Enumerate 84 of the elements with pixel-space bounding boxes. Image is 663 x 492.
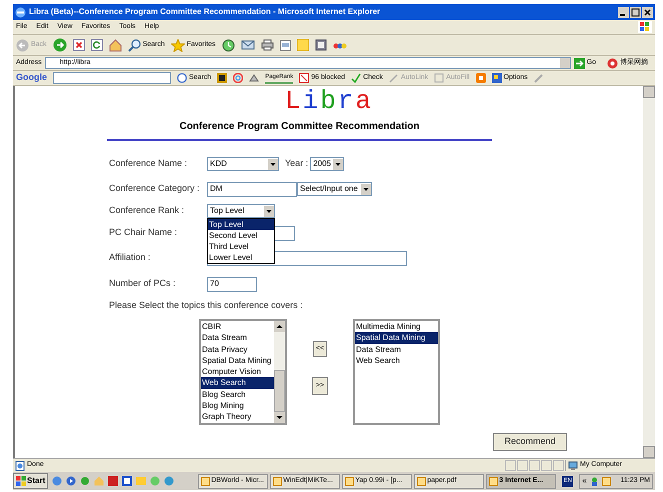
tray-app-icon[interactable] xyxy=(602,476,611,486)
popup-blocker-icon xyxy=(299,73,310,83)
printer-icon[interactable] xyxy=(260,39,274,51)
window-icon xyxy=(201,476,210,486)
list-item[interactable]: Web Search xyxy=(355,354,438,366)
list-item[interactable]: Web Search xyxy=(201,377,274,389)
list-item[interactable]: Computer Vision xyxy=(201,366,274,378)
list-item[interactable]: Multimedia Mining xyxy=(355,321,438,332)
form-icon xyxy=(434,73,444,83)
dropdown-option[interactable]: Top Level xyxy=(208,219,274,230)
status-panel xyxy=(517,460,528,471)
category-select[interactable]: Select/Input one xyxy=(297,182,372,196)
window-icon xyxy=(417,476,426,486)
field-label: Number of PCs : xyxy=(109,277,177,290)
document-icon[interactable] xyxy=(280,40,291,50)
window-title: Libra (Beta)--Conference Program Committee Recommendation - Microsoft Internet Explorer xyxy=(29,6,382,18)
year-select[interactable]: 2005 xyxy=(310,157,344,171)
list-item[interactable]: Blog Mining xyxy=(201,400,274,412)
media-player-icon[interactable] xyxy=(66,476,76,486)
google-logo[interactable]: Google xyxy=(16,71,47,85)
rank-select[interactable]: Top Level xyxy=(207,204,275,218)
status-panel xyxy=(541,460,552,471)
category-field[interactable]: DM xyxy=(207,182,297,196)
window-icon xyxy=(345,476,354,486)
scroll-down-icon xyxy=(274,412,285,423)
back-arrow-icon xyxy=(16,38,29,52)
pencil-icon[interactable] xyxy=(534,73,544,83)
maximize-icon[interactable] xyxy=(630,6,641,18)
minimize-icon[interactable] xyxy=(618,6,629,18)
rank-dropdown-list[interactable]: Top Level Second Level Third Level Lower Level xyxy=(207,218,275,264)
list-item[interactable]: Data Privacy xyxy=(201,344,274,355)
close-icon[interactable] xyxy=(642,6,653,18)
status-panel xyxy=(553,460,564,471)
libra-logo: L i b r a xyxy=(284,87,374,115)
spell-check-icon xyxy=(351,73,362,83)
refresh-icon[interactable] xyxy=(90,39,103,51)
field-label: Year : xyxy=(285,157,308,170)
windows-flag-icon xyxy=(16,476,26,486)
list-item[interactable]: Graph Theory xyxy=(201,411,274,423)
history-icon[interactable] xyxy=(222,38,235,52)
dropdown-option[interactable]: Second Level xyxy=(208,230,274,241)
list-item[interactable]: Spatial Data Mining xyxy=(355,332,438,344)
list-scrollbar[interactable] xyxy=(274,321,285,423)
recommend-button[interactable]: Recommend xyxy=(493,433,567,451)
go-arrow-icon xyxy=(574,58,585,68)
stop-icon[interactable] xyxy=(72,39,85,51)
dropdown-option[interactable]: Third Level xyxy=(208,241,274,252)
field-label: Conference Category : xyxy=(109,182,201,196)
field-label: Conference Rank : xyxy=(109,204,186,218)
wand-icon xyxy=(388,73,399,83)
google-search-field[interactable] xyxy=(53,72,171,84)
list-item[interactable]: Spatial Data Mining xyxy=(201,354,274,366)
field-label: Affiliation : xyxy=(109,251,152,264)
computer-icon xyxy=(568,460,578,470)
scrollbar-thumb[interactable] xyxy=(274,370,285,412)
window-icon xyxy=(489,476,498,486)
topic-list[interactable]: CBIR Data Stream Data Privacy Spatial Data Mining Computer Vision Web Search Blog Search Blog Mining Graph Theory xyxy=(199,319,287,425)
start-button[interactable]: Start xyxy=(13,473,48,489)
expand-tray-button[interactable]: « xyxy=(582,475,587,487)
scroll-up-icon xyxy=(274,321,285,332)
note-icon[interactable] xyxy=(296,39,309,51)
field-label: PC Chair Name : xyxy=(109,226,178,240)
options-icon xyxy=(492,73,502,83)
list-item[interactable]: Blog Search xyxy=(201,388,274,400)
list-item[interactable]: CBIR xyxy=(201,321,274,332)
field-label: Conference Name : xyxy=(109,157,188,170)
mail-icon[interactable] xyxy=(240,39,255,51)
topic-list[interactable]: Multimedia Mining Spatial Data Mining Data Stream Web Search xyxy=(353,319,440,425)
topics-label: Please Select the topics this conference covers : xyxy=(109,299,304,312)
conference-name-select[interactable]: KDD xyxy=(207,157,279,171)
pc-count-field[interactable]: 70 xyxy=(207,276,257,292)
window-icon xyxy=(273,476,282,486)
status-panel xyxy=(529,460,540,471)
star-icon xyxy=(170,38,185,52)
page-heading: Conference Program Committee Recommendation xyxy=(179,120,420,134)
dropdown-option[interactable]: Lower Level xyxy=(208,252,274,263)
spiral-icon xyxy=(607,58,618,68)
page-icon xyxy=(15,460,25,470)
status-panel xyxy=(505,460,516,471)
vertical-scrollbar[interactable] xyxy=(643,86,655,458)
list-item[interactable]: Data Stream xyxy=(201,332,274,344)
windows-logo-icon xyxy=(638,21,652,33)
list-item[interactable]: Data Stream xyxy=(355,344,438,355)
home-icon[interactable] xyxy=(108,38,122,52)
